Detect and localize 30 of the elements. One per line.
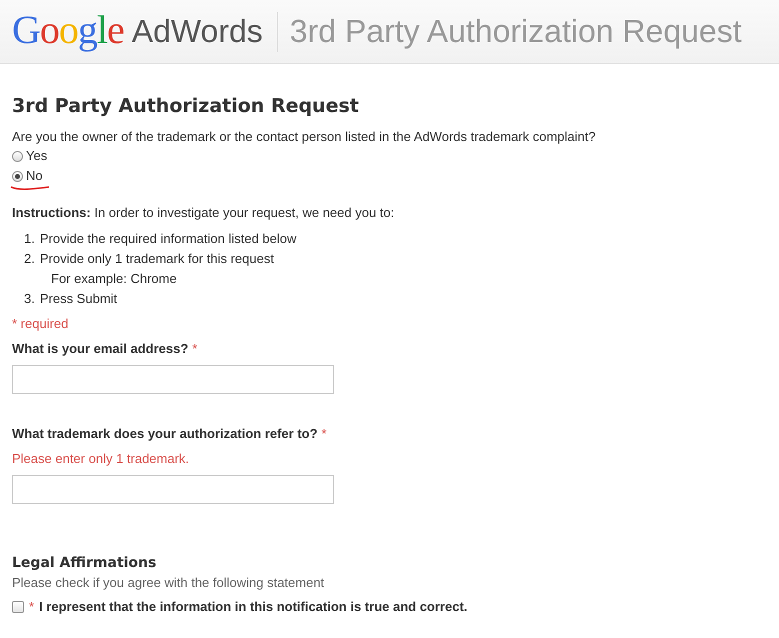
logo-text: Google xyxy=(12,10,124,50)
question-text: Are you the owner of the trademark or the contact person listed in the AdWords trademark complaint? xyxy=(12,128,597,146)
option-label[interactable]: No xyxy=(26,166,43,186)
radio-button[interactable] xyxy=(12,150,23,162)
step-number: 1. xyxy=(24,230,35,248)
radio-button[interactable] xyxy=(12,170,23,182)
required-mark: * xyxy=(192,340,198,358)
page-title: 3rd Party Authorization Request xyxy=(12,94,360,118)
step-number: 3. xyxy=(24,290,35,308)
checkbox[interactable] xyxy=(12,601,24,613)
required-mark: * xyxy=(29,598,34,616)
section-title: Legal Affirmations xyxy=(12,554,158,572)
option-label[interactable]: Yes xyxy=(26,146,48,166)
step-number: 2. xyxy=(24,250,35,268)
field-label: What trademark does your authorization refer to? xyxy=(12,425,318,443)
field-hint: Please enter only 1 trademark. xyxy=(12,450,190,468)
step-text: Provide only 1 trademark for this request xyxy=(40,250,274,268)
product-name: AdWords xyxy=(132,13,263,50)
section-subtitle: Please check if you agree with the following statement xyxy=(12,574,326,592)
statement-text[interactable]: I represent that the information in this notification is true and correct. xyxy=(39,598,468,616)
step-text: Provide the required information listed below xyxy=(40,230,296,248)
required-note: * required xyxy=(12,315,70,333)
instructions-text: Instructions: In order to investigate your request, we need you to: xyxy=(12,204,396,222)
step-example: For example: Chrome xyxy=(51,271,177,286)
field-label: What is your email address? xyxy=(12,340,188,358)
input-field[interactable] xyxy=(12,475,334,504)
step-text: Press Submit xyxy=(40,290,118,308)
header-title: 3rd Party Authorization Request xyxy=(290,13,742,50)
required-mark: * xyxy=(322,425,327,443)
input-field[interactable] xyxy=(12,365,334,394)
